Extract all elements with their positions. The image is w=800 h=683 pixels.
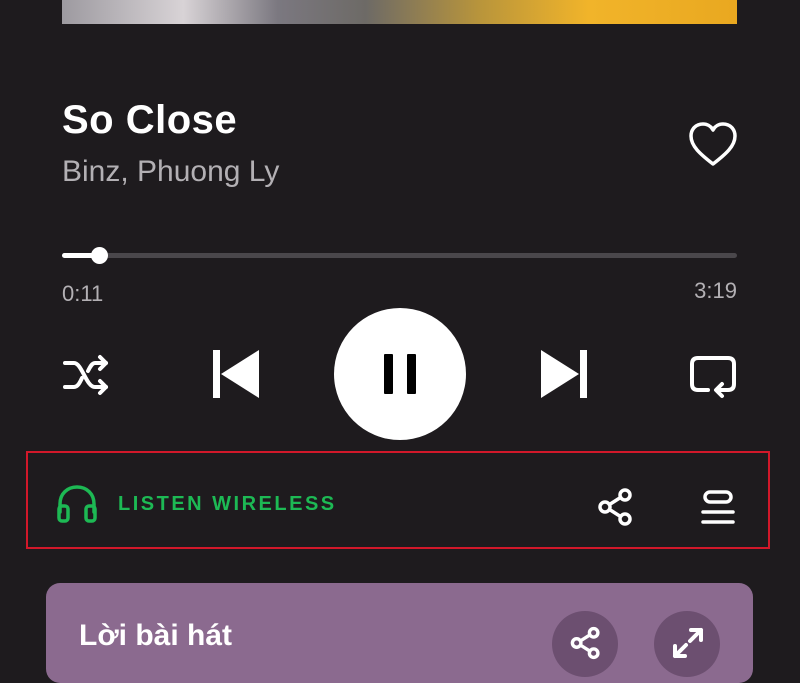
repeat-button[interactable] — [688, 350, 738, 400]
device-bar: LISTEN WIRELESS — [26, 451, 770, 549]
shuffle-button[interactable] — [62, 350, 112, 400]
lyrics-card[interactable]: Lời bài hát — [46, 583, 753, 683]
lyrics-share-button[interactable] — [552, 611, 618, 677]
album-art — [62, 0, 737, 24]
shuffle-icon — [63, 355, 108, 395]
share-icon — [570, 626, 600, 660]
previous-button[interactable] — [211, 348, 261, 400]
queue-button[interactable] — [698, 489, 738, 527]
total-time: 3:19 — [694, 278, 737, 303]
lyrics-title: Lời bài hát — [79, 619, 233, 652]
track-artist[interactable]: Binz, Phuong Ly — [62, 155, 279, 189]
share-icon — [598, 488, 632, 526]
track-title: So Close — [62, 98, 238, 142]
listen-wireless-label[interactable]: LISTEN WIRELESS — [118, 493, 337, 516]
repeat-icon — [690, 356, 736, 398]
expand-icon — [673, 628, 703, 658]
next-button[interactable] — [539, 348, 589, 400]
progress-handle[interactable] — [91, 247, 109, 264]
progress-bar[interactable] — [62, 247, 737, 264]
skip-previous-icon — [213, 350, 259, 398]
elapsed-time: 0:11 — [62, 281, 104, 306]
pause-icon — [384, 354, 416, 394]
pause-button[interactable] — [334, 308, 466, 440]
like-button[interactable] — [686, 118, 740, 172]
heart-icon — [689, 122, 737, 166]
queue-icon — [701, 490, 735, 524]
share-button[interactable] — [596, 487, 636, 527]
skip-next-icon — [541, 350, 587, 398]
headphones-icon[interactable] — [56, 484, 98, 524]
lyrics-expand-button[interactable] — [654, 611, 720, 677]
